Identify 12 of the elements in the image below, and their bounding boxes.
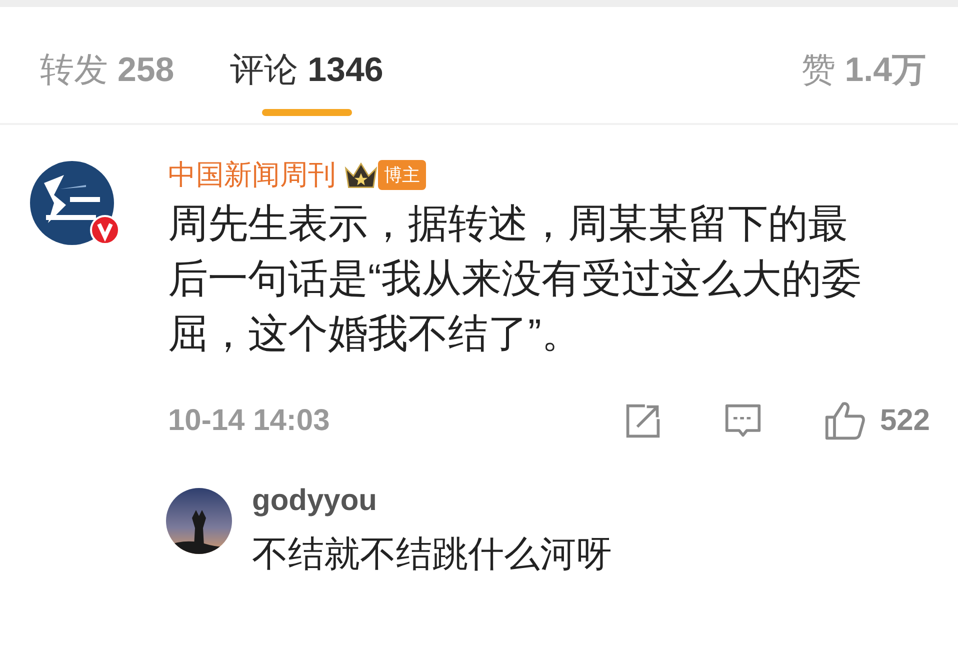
reply-text: 不结就不结跳什么河呀 bbox=[252, 532, 612, 576]
like-count: 522 bbox=[880, 404, 930, 438]
role-badge: 博主 bbox=[378, 160, 426, 190]
crown-icon bbox=[344, 160, 378, 190]
timestamp: 10-14 14:03 bbox=[168, 404, 330, 438]
reply-author[interactable]: godyyou bbox=[252, 484, 612, 518]
like-icon[interactable] bbox=[824, 400, 866, 442]
tab[interactable]: 赞 1.4万 bbox=[801, 42, 926, 120]
tab[interactable]: 转发 258 bbox=[40, 42, 174, 120]
tab[interactable]: 评论 1346 bbox=[230, 42, 384, 120]
author-name[interactable]: 中国新闻周刊 bbox=[168, 156, 336, 194]
comment-text: 周先生表示，据转述，周某某留下的最后一句话是“我从来没有受过这么大的委屈，这个婚我不结了”。 bbox=[168, 201, 862, 358]
